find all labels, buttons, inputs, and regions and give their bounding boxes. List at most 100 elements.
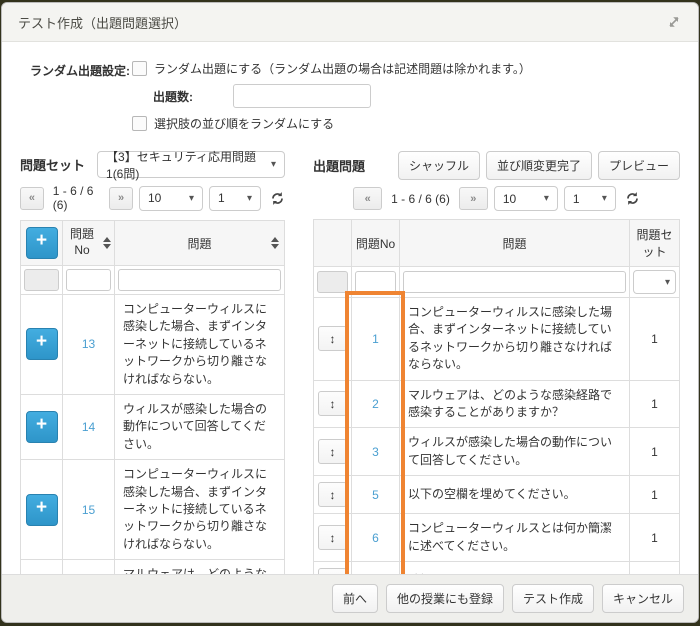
question-filter-input[interactable]	[118, 269, 281, 291]
random-output-checkbox-label: ランダム出題にする（ランダム出題の場合は記述問題は除かれます。）	[154, 60, 531, 77]
random-settings-section: ランダム出題設定: ランダム出題にする（ランダム出題の場合は記述問題は除かれます…	[30, 60, 680, 139]
question-no-link[interactable]: 2	[372, 397, 379, 411]
page-size-select[interactable]: 10 ▾	[494, 186, 558, 211]
first-page-button[interactable]: «	[20, 187, 44, 210]
add-question-button[interactable]: +	[26, 328, 58, 360]
drag-handle-icon[interactable]: ↕	[318, 391, 347, 416]
add-question-button[interactable]: +	[26, 411, 58, 443]
question-set-no: 1	[630, 514, 680, 562]
chevron-down-icon: ▾	[544, 193, 549, 204]
selected-questions-panel: 出題問題 シャッフル 並び順変更完了 プレビュー « 1 - 6 / 6 (6)…	[313, 151, 680, 574]
selected-questions-pager: « 1 - 6 / 6 (6) » 10 ▾ 1 ▾	[313, 186, 680, 211]
random-settings-label: ランダム出題設定:	[30, 60, 132, 139]
add-all-button[interactable]: +	[26, 227, 58, 259]
cancel-button[interactable]: キャンセル	[602, 584, 684, 613]
register-other-classes-button[interactable]: 他の授業にも登録	[386, 584, 504, 613]
last-page-button[interactable]: »	[109, 187, 133, 210]
filter-row: ▾	[314, 267, 680, 298]
question-set-pager: « 1 - 6 / 6 (6) » 10 ▾ 1 ▾	[20, 184, 285, 212]
no-filter-input[interactable]	[355, 271, 396, 293]
selected-questions-label: 出題問題	[313, 156, 365, 175]
selected-question-row: ↕ 3 ウィルスが感染した場合の動作について回答してください。 1	[314, 428, 680, 476]
question-text: コンピューターウィルスに感染した場合、まずインターネットに接続しているネットワー…	[115, 460, 285, 560]
question-text: マルウェアは、どのような感染経路で感染することがありますか？	[115, 560, 285, 574]
refresh-icon[interactable]	[625, 191, 640, 206]
drag-handle-icon[interactable]: ↕	[318, 439, 347, 464]
dialog-title: テスト作成（出題問題選択）	[18, 13, 187, 32]
chevron-down-icon: ▾	[602, 193, 607, 204]
filter-row	[21, 266, 285, 295]
question-set-no: 1	[630, 298, 680, 381]
question-count-input[interactable]	[233, 84, 371, 108]
question-no-link[interactable]: 15	[82, 503, 95, 517]
shuffle-choices-checkbox[interactable]	[132, 116, 147, 131]
create-test-button[interactable]: テスト作成	[512, 584, 594, 613]
question-no-link[interactable]: 6	[372, 531, 379, 545]
question-text: 確認問題です	[400, 561, 630, 574]
reorder-done-button[interactable]: 並び順変更完了	[486, 151, 592, 180]
question-no-link[interactable]: 5	[372, 488, 379, 502]
column-header-set: 問題セット	[630, 220, 680, 267]
question-text: コンピューターウィルスに感染した場合、まずインターネットに接続しているネットワー…	[400, 298, 630, 381]
column-header-no[interactable]: 問題No	[63, 221, 115, 266]
question-row: + 14 ウィルスが感染した場合の動作について回答してください。	[21, 394, 285, 459]
question-text: ウィルスが感染した場合の動作について回答してください。	[400, 428, 630, 476]
selected-question-row: ↕ 6 コンピューターウィルスとは何か簡潔に述べてください。 1	[314, 514, 680, 562]
set-filter-select[interactable]: ▾	[633, 270, 676, 294]
expand-icon[interactable]	[666, 14, 682, 30]
drag-handle-icon[interactable]: ↕	[318, 326, 347, 351]
selected-question-row: ↕ 18 確認問題です 3	[314, 561, 680, 574]
question-set-no: 1	[630, 476, 680, 514]
selected-question-row: ↕ 1 コンピューターウィルスに感染した場合、まずインターネットに接続しているネ…	[314, 298, 680, 381]
drag-handle-icon[interactable]: ↕	[318, 525, 347, 550]
drag-handle-icon[interactable]: ↕	[318, 482, 347, 507]
sort-icon	[103, 237, 111, 249]
question-no-link[interactable]: 18	[369, 573, 382, 574]
preview-button[interactable]: プレビュー	[598, 151, 680, 180]
question-no-link[interactable]: 1	[372, 332, 379, 346]
dialog-content: ランダム出題設定: ランダム出題にする（ランダム出題の場合は記述問題は除かれます…	[2, 42, 698, 574]
sort-icon	[271, 237, 279, 249]
dialog-footer: 前へ 他の授業にも登録 テスト作成 キャンセル	[2, 574, 698, 622]
last-page-button[interactable]: »	[459, 187, 488, 210]
selected-questions-table: 問題No 問題 問題セット	[313, 219, 680, 574]
question-text: コンピューターウィルスとは何か簡潔に述べてください。	[400, 514, 630, 562]
question-row: + 15 コンピューターウィルスに感染した場合、まずインターネットに接続している…	[21, 460, 285, 560]
shuffle-choices-checkbox-label: 選択肢の並び順をランダムにする	[154, 115, 334, 132]
question-no-link[interactable]: 13	[82, 337, 95, 351]
dialog-header: テスト作成（出題問題選択）	[2, 3, 698, 42]
column-header-no: 問題No	[352, 220, 400, 267]
page-number-select[interactable]: 1 ▾	[209, 186, 261, 211]
page-number-select[interactable]: 1 ▾	[564, 186, 616, 211]
question-text: ウィルスが感染した場合の動作について回答してください。	[115, 394, 285, 459]
question-set-select[interactable]: 【3】セキュリティ応用問題1(6問) ▾	[97, 151, 285, 178]
question-set-no: 1	[630, 380, 680, 428]
page-size-select[interactable]: 10 ▾	[139, 186, 203, 211]
question-no-link[interactable]: 3	[372, 445, 379, 459]
refresh-icon[interactable]	[270, 191, 285, 206]
chevron-down-icon: ▾	[665, 277, 670, 288]
test-creation-dialog: テスト作成（出題問題選択） ランダム出題設定: ランダム出題にする（ランダム出題…	[1, 2, 699, 623]
selected-question-row: ↕ 5 以下の空欄を埋めてください。 1	[314, 476, 680, 514]
question-text: マルウェアは、どのような感染経路で感染することがありますか？	[400, 380, 630, 428]
filter-blank-button	[24, 269, 59, 291]
prev-button[interactable]: 前へ	[332, 584, 378, 613]
add-question-button[interactable]: +	[26, 494, 58, 526]
question-text: 以下の空欄を埋めてください。	[400, 476, 630, 514]
first-page-button[interactable]: «	[353, 187, 382, 210]
drag-handle-icon[interactable]: ↕	[318, 568, 347, 574]
no-filter-input[interactable]	[66, 269, 111, 291]
question-set-no: 1	[630, 428, 680, 476]
random-output-checkbox[interactable]	[132, 61, 147, 76]
column-header-question: 問題	[400, 220, 630, 267]
question-row: + 16 マルウェアは、どのような感染経路で感染することがありますか？	[21, 560, 285, 574]
chevron-down-icon: ▾	[189, 193, 194, 204]
question-no-link[interactable]: 14	[82, 420, 95, 434]
column-header-question[interactable]: 問題	[115, 221, 285, 266]
chevron-down-icon: ▾	[247, 193, 252, 204]
question-count-label: 出題数:	[153, 88, 233, 105]
shuffle-button[interactable]: シャッフル	[398, 151, 480, 180]
selected-question-row: ↕ 2 マルウェアは、どのような感染経路で感染することがありますか？ 1	[314, 380, 680, 428]
question-filter-input[interactable]	[403, 271, 626, 293]
question-set-label: 問題セット	[20, 155, 85, 174]
